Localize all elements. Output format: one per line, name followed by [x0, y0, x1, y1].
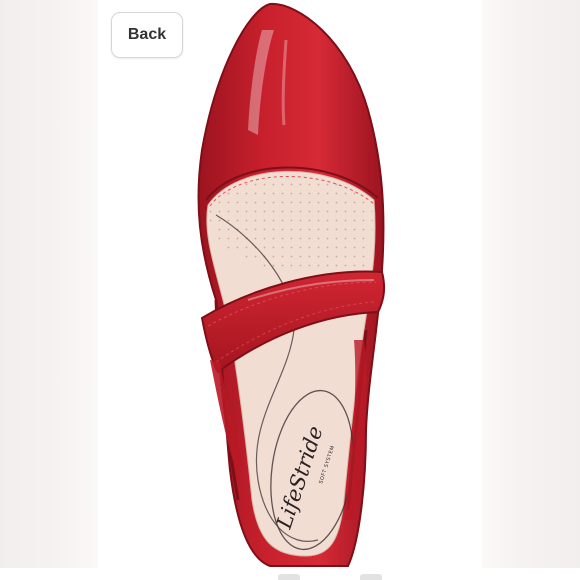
back-button[interactable]: Back [111, 12, 183, 58]
blurred-background-left [0, 0, 98, 580]
image-viewer: LifeStride SOFT SYSTEM Back [0, 0, 580, 580]
thumbnail-indicator[interactable] [360, 574, 382, 580]
thumbnail-indicator[interactable] [278, 574, 300, 580]
blurred-background-right [482, 0, 580, 580]
product-photo: LifeStride SOFT SYSTEM [98, 0, 482, 568]
shoe-illustration: LifeStride SOFT SYSTEM [197, 2, 386, 567]
